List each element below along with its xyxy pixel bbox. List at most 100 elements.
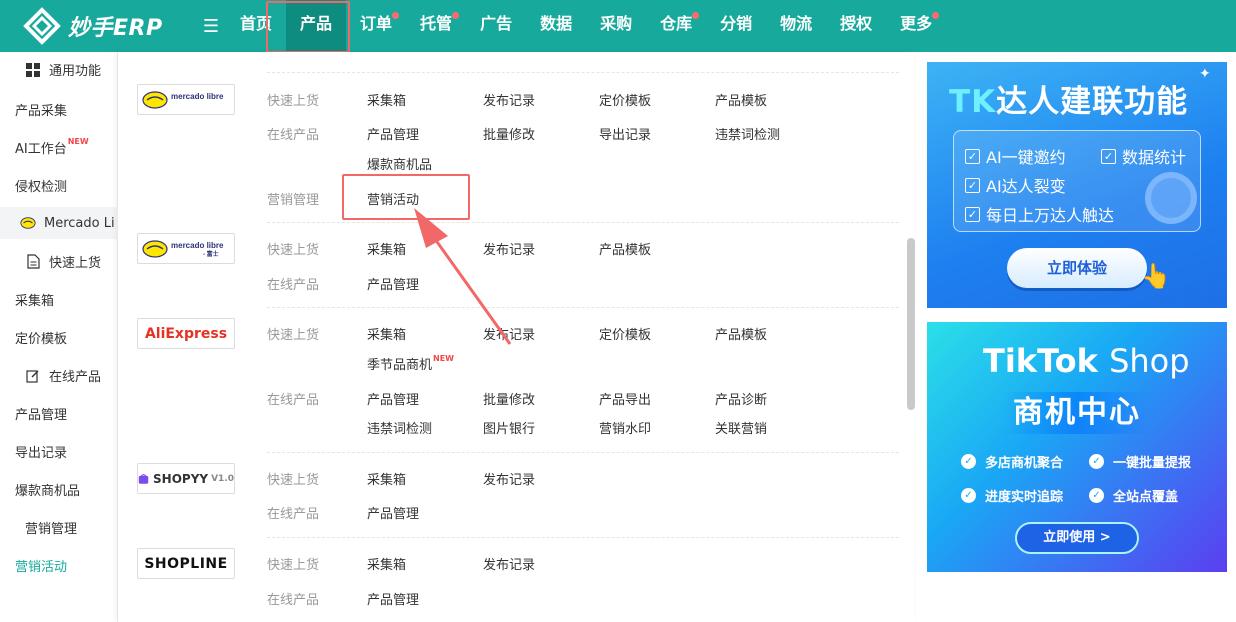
checkbox-icon: ✓ xyxy=(965,148,980,164)
link-hot-products[interactable]: 爆款商机品 xyxy=(367,154,432,173)
nav-purchase[interactable]: 采购 xyxy=(586,0,646,52)
link-publish-records[interactable]: 发布记录 xyxy=(483,324,535,343)
label-quick-listing: 快速上货 xyxy=(267,243,320,258)
notification-dot xyxy=(692,12,700,19)
link-product-export[interactable]: 产品导出 xyxy=(599,389,651,408)
logo-text: 妙手ERP xyxy=(68,16,163,41)
nav-orders[interactable]: 订单 xyxy=(346,0,406,52)
use-now-button[interactable]: 立即使用 > xyxy=(1015,522,1139,554)
sidebar-item-collect[interactable]: 产品采集 xyxy=(15,100,67,119)
label-online-products: 在线产品 xyxy=(267,128,320,143)
link-publish-records[interactable]: 发布记录 xyxy=(483,469,535,488)
feature-item: ✓ AI一键邀约 xyxy=(965,144,1066,168)
link-pricing-template[interactable]: 定价模板 xyxy=(599,324,651,343)
mercado-libre-icon: mercado libre - 富士 xyxy=(142,239,224,258)
main-nav: 首页 产品 订单 托管 广告 数据 采购 仓库 分销 物流 授权 更多 xyxy=(226,0,946,52)
link-product-management[interactable]: 产品管理 xyxy=(367,389,419,408)
nav-data[interactable]: 数据 xyxy=(526,0,586,52)
link-prohibited-words[interactable]: 违禁词检测 xyxy=(715,124,780,143)
mercado-libre-fuji-logo: mercado libre - 富士 xyxy=(137,233,235,264)
feature-item: ✓ 进度实时追踪 xyxy=(961,486,1063,505)
app-logo[interactable]: 妙手ERP xyxy=(22,6,192,46)
divider xyxy=(267,72,899,73)
label-quick-listing: 快速上货 xyxy=(267,558,320,573)
feature-item: ✓ 一键批量提报 xyxy=(1089,452,1191,471)
sidebar-item-product-management[interactable]: 产品管理 xyxy=(15,404,67,423)
link-publish-records[interactable]: 发布记录 xyxy=(483,554,535,573)
sidebar-item-general[interactable]: 通用功能 xyxy=(25,60,101,79)
menu-toggle-icon[interactable]: ☰ xyxy=(196,16,226,37)
sidebar-item-quick-listing[interactable]: 快速上货 xyxy=(25,252,101,271)
ad-title: TK达人建联功能 xyxy=(949,84,1189,120)
new-badge: NEW xyxy=(433,354,454,363)
nav-warehouse[interactable]: 仓库 xyxy=(646,0,706,52)
sparkle-icon: ✦ xyxy=(1199,66,1211,82)
link-collect-box[interactable]: 采集箱 xyxy=(367,324,406,343)
divider xyxy=(267,307,899,308)
nav-distribution[interactable]: 分销 xyxy=(706,0,766,52)
nav-ads[interactable]: 广告 xyxy=(466,0,526,52)
sidebar: 通用功能 产品采集 AI工作台 NEW 侵权检测 Mercado Li 快速上货 … xyxy=(0,52,118,622)
sidebar-item-mercado[interactable]: Mercado Li xyxy=(0,207,118,239)
pointing-hand-icon: 👆 xyxy=(1141,262,1171,290)
feature-item: ✓ 全站点覆盖 xyxy=(1089,486,1178,505)
nav-hosting[interactable]: 托管 xyxy=(406,0,466,52)
tiktok-shop-ad-banner[interactable]: TikTok Shop 商机中心 ✓ 多店商机聚合 ✓ 一键批量提报 ✓ 进度实时追踪… xyxy=(927,322,1227,572)
notification-dot xyxy=(932,12,940,19)
grid-icon xyxy=(25,62,41,78)
link-product-diagnosis[interactable]: 产品诊断 xyxy=(715,389,767,408)
tk-creator-ad-banner[interactable]: ✦ TK达人建联功能 ✓ AI一键邀约 ✓ 数据统计 ✓ AI达人裂变 ✓ 每日上万达人… xyxy=(927,62,1227,308)
link-product-management[interactable]: 产品管理 xyxy=(367,124,419,143)
sidebar-item-hot-products[interactable]: 爆款商机品 xyxy=(15,480,80,499)
divider xyxy=(267,452,899,453)
sidebar-item-online-products[interactable]: 在线产品 xyxy=(25,366,101,385)
link-collect-box[interactable]: 采集箱 xyxy=(367,239,406,258)
link-product-template[interactable]: 产品模板 xyxy=(715,324,767,343)
link-image-bank[interactable]: 图片银行 xyxy=(483,418,535,437)
link-product-management[interactable]: 产品管理 xyxy=(367,589,419,608)
nav-authorization[interactable]: 授权 xyxy=(826,0,886,52)
link-marketing-watermark[interactable]: 营销水印 xyxy=(599,418,651,437)
link-publish-records[interactable]: 发布记录 xyxy=(483,239,535,258)
nav-home[interactable]: 首页 xyxy=(226,0,286,52)
link-batch-edit[interactable]: 批量修改 xyxy=(483,124,535,143)
sidebar-item-marketing-activity[interactable]: 营销活动 xyxy=(15,556,67,575)
label-online-products: 在线产品 xyxy=(267,278,320,293)
link-collect-box[interactable]: 采集箱 xyxy=(367,90,406,109)
link-seasonal-products[interactable]: 季节品商机NEW xyxy=(367,354,454,373)
link-collect-box[interactable]: 采集箱 xyxy=(367,469,406,488)
svg-text:mercado libre: mercado libre xyxy=(171,241,224,250)
sidebar-item-infringement[interactable]: 侵权检测 xyxy=(15,176,67,195)
label-quick-listing: 快速上货 xyxy=(267,328,320,343)
link-batch-edit[interactable]: 批量修改 xyxy=(483,389,535,408)
link-collect-box[interactable]: 采集箱 xyxy=(367,554,406,573)
sidebar-item-collect-box[interactable]: 采集箱 xyxy=(15,290,54,309)
feature-item: ✓ 数据统计 xyxy=(1101,144,1186,168)
link-product-management[interactable]: 产品管理 xyxy=(367,503,419,522)
mercado-libre-icon: mercado libre xyxy=(142,90,224,109)
nav-product[interactable]: 产品 xyxy=(286,0,347,52)
sidebar-item-marketing-management[interactable]: 营销管理 xyxy=(25,518,77,537)
feature-item: ✓ 多店商机聚合 xyxy=(961,452,1063,471)
checkbox-icon: ✓ xyxy=(965,177,980,193)
check-icon: ✓ xyxy=(961,454,976,469)
link-product-management[interactable]: 产品管理 xyxy=(367,274,419,293)
link-pricing-template[interactable]: 定价模板 xyxy=(599,90,651,109)
link-related-marketing[interactable]: 关联营销 xyxy=(715,418,767,437)
nav-logistics[interactable]: 物流 xyxy=(766,0,826,52)
panel-scrollbar[interactable] xyxy=(907,238,915,410)
link-prohibited-words[interactable]: 违禁词检测 xyxy=(367,418,432,437)
link-product-template[interactable]: 产品模板 xyxy=(599,239,651,258)
label-marketing-management: 营销管理 xyxy=(267,193,320,208)
try-now-button[interactable]: 立即体验 xyxy=(1007,248,1147,288)
link-export-records[interactable]: 导出记录 xyxy=(599,124,651,143)
nav-more[interactable]: 更多 xyxy=(886,0,946,52)
sidebar-item-ai-workbench[interactable]: AI工作台 NEW xyxy=(15,137,89,157)
link-publish-records[interactable]: 发布记录 xyxy=(483,90,535,109)
svg-text:- 富士: - 富士 xyxy=(203,250,219,258)
new-badge: NEW xyxy=(67,137,89,146)
link-product-template[interactable]: 产品模板 xyxy=(715,90,767,109)
sidebar-item-export-records[interactable]: 导出记录 xyxy=(15,442,67,461)
sidebar-item-pricing-template[interactable]: 定价模板 xyxy=(15,328,67,347)
label-quick-listing: 快速上货 xyxy=(267,473,320,488)
